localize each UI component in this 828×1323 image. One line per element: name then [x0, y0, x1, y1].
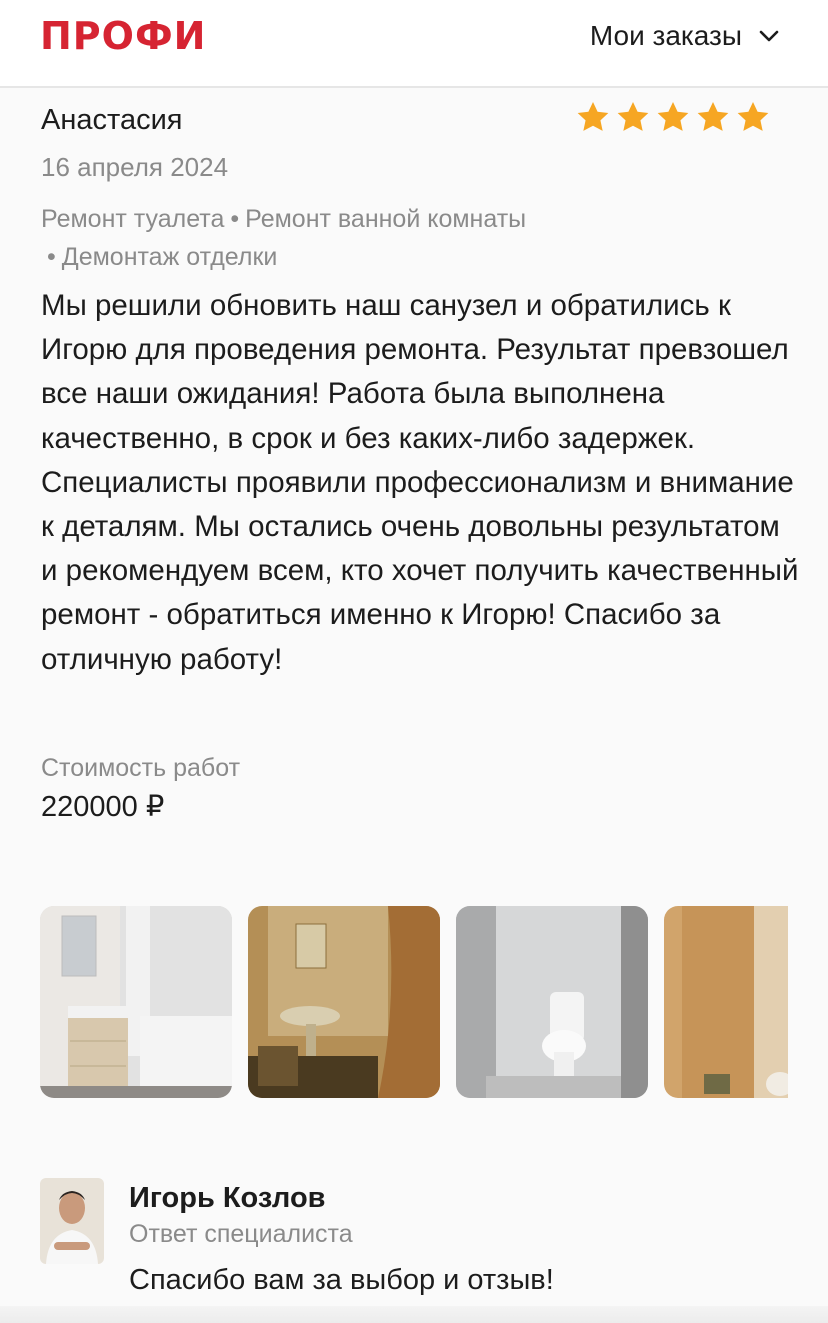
review-photo-gallery[interactable] — [40, 906, 788, 1098]
review-date: 16 апреля 2024 — [41, 152, 229, 182]
service-tags: Ремонт туалета • Ремонт ванной комнаты • Де… — [41, 200, 641, 276]
star-icon — [737, 101, 769, 131]
service-tag: Ремонт туалета — [41, 205, 225, 233]
star-icon — [617, 101, 649, 131]
separator-dot: • — [47, 243, 56, 271]
specialist-role: Ответ специалиста — [129, 1220, 353, 1248]
bottom-divider — [0, 1306, 828, 1323]
star-icon — [657, 101, 689, 131]
review-text: Мы решили обновить наш санузел и обратил… — [41, 289, 799, 676]
review-photo[interactable] — [248, 906, 440, 1098]
review-photo[interactable] — [456, 906, 648, 1098]
specialist-avatar — [40, 1178, 104, 1264]
review-photo[interactable] — [40, 906, 232, 1098]
specialist-reply-text: Спасибо вам за выбор и отзыв! — [129, 1264, 554, 1296]
service-tag: Демонтаж отделки — [61, 243, 278, 271]
review-author: Анастасия — [41, 104, 183, 136]
chevron-down-icon — [759, 30, 779, 42]
my-orders-label: Мои заказы — [589, 20, 742, 51]
app-header: ПРОФИ Мои заказы — [0, 0, 828, 88]
cost-label: Стоимость работ — [41, 754, 241, 782]
profi-logo[interactable]: ПРОФИ — [40, 14, 206, 58]
service-tag: Ремонт ванной комнаты — [245, 205, 527, 233]
star-icon — [577, 101, 609, 131]
my-orders-dropdown[interactable]: Мои заказы — [590, 20, 780, 52]
separator-dot: • — [230, 205, 240, 233]
cost-value: 220000 ₽ — [41, 791, 165, 823]
rating-stars — [574, 98, 772, 136]
review-photo[interactable] — [664, 906, 788, 1098]
specialist-name: Игорь Козлов — [129, 1182, 326, 1214]
star-icon — [697, 101, 729, 131]
